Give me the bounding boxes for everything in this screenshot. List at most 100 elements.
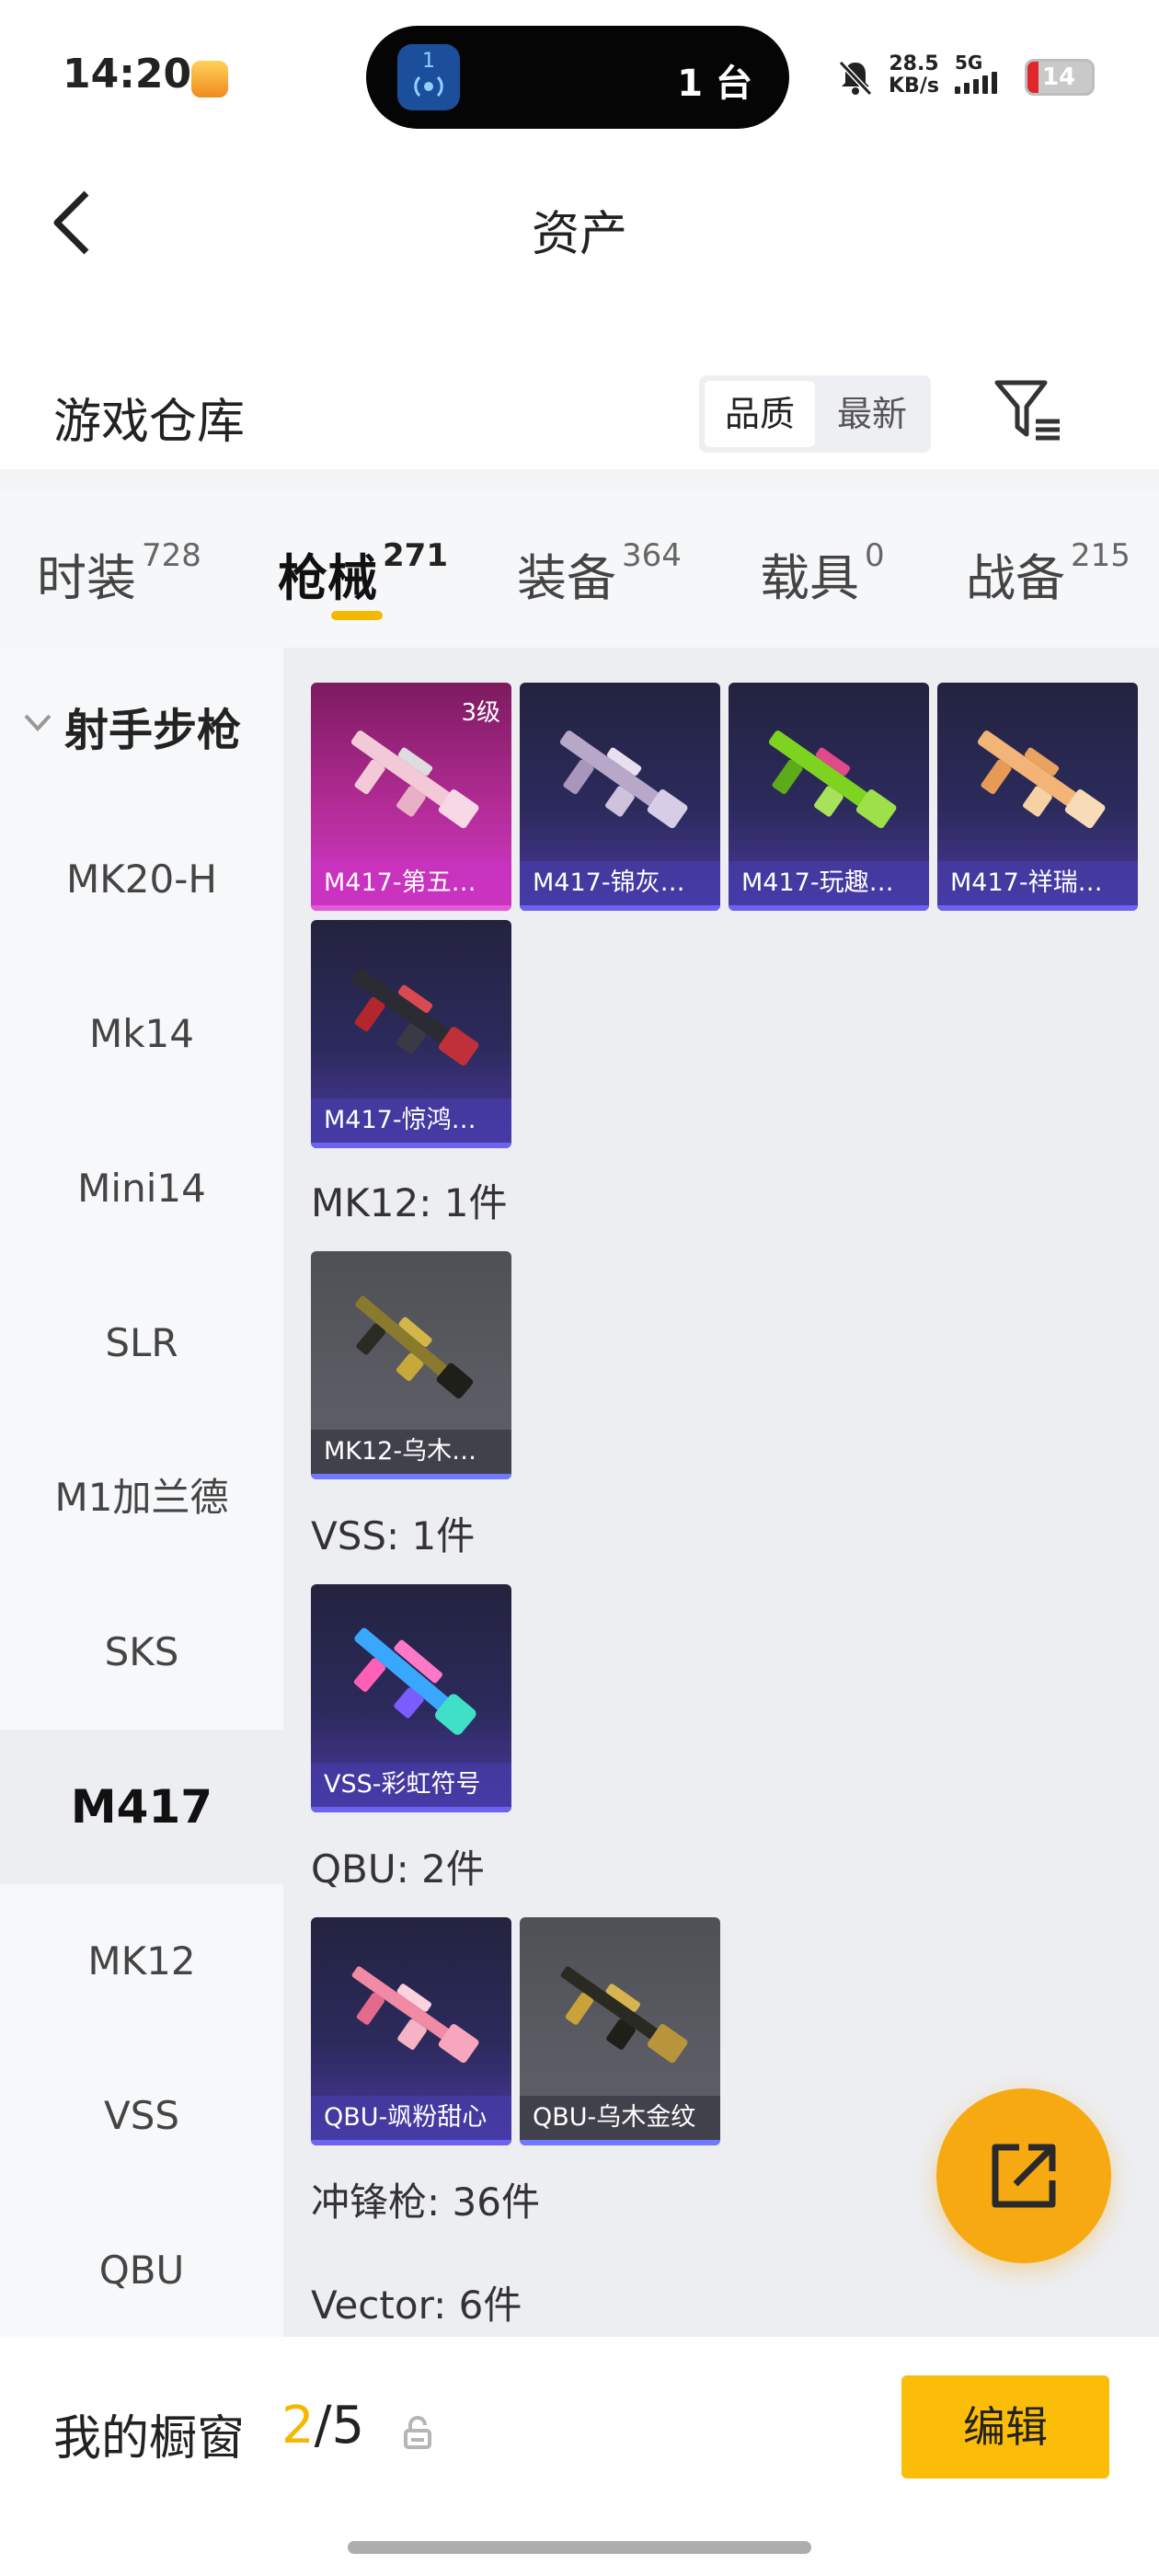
- tab-label: 载具: [760, 549, 859, 607]
- sidebar-item-mini14[interactable]: Mini14: [0, 1111, 283, 1266]
- sort-toggle: 品质 最新: [699, 375, 931, 453]
- skin-card[interactable]: M417-惊鸿…: [311, 920, 511, 1148]
- active-tab-indicator: [331, 611, 383, 620]
- skin-name: M417-祥瑞…: [937, 861, 1138, 905]
- sort-by-latest-button[interactable]: 最新: [817, 381, 927, 447]
- sidebar-item-sks[interactable]: SKS: [0, 1575, 283, 1730]
- weapon-sidebar: 射手步枪 MK20-H Mk14 Mini14 SLR M1加兰德 SKS M4…: [0, 648, 283, 2337]
- sidebar-item-m417[interactable]: M417: [0, 1730, 283, 1884]
- category-tabs: 时装 728 枪械 271 装备 364 载具 0 战备 215: [0, 491, 1159, 648]
- network-speed: 28.5 KB/s: [889, 53, 939, 98]
- section-title: 游戏仓库: [53, 395, 246, 450]
- share-icon: [992, 2144, 1056, 2208]
- dynamic-island[interactable]: 1 1 台: [366, 26, 789, 129]
- rarity-strip: [729, 905, 929, 911]
- group-title-mk12: MK12: 1件: [311, 1180, 508, 1225]
- rifle-skin-image: [351, 1966, 479, 2064]
- sidebar-item-qbu[interactable]: QBU: [0, 2193, 283, 2348]
- sidebar-category-dmr[interactable]: 射手步枪: [0, 648, 283, 802]
- tab-fashion[interactable]: 时装 728: [37, 537, 201, 610]
- skin-name: VSS-彩虹符号: [311, 1763, 511, 1807]
- share-button[interactable]: [936, 2088, 1111, 2263]
- rifle-skin-image: [355, 1295, 474, 1399]
- rifle-skin-image: [768, 730, 897, 829]
- sort-by-quality-button[interactable]: 品质: [705, 381, 815, 447]
- sidebar-item-m1-garand[interactable]: M1加兰德: [0, 1420, 283, 1575]
- tab-count: 728: [142, 537, 201, 574]
- rifle-skin-image: [977, 730, 1106, 829]
- signal-icon: 5G: [955, 52, 1010, 98]
- rarity-strip: [311, 1143, 511, 1148]
- group-title-vss: VSS: 1件: [311, 1513, 476, 1558]
- edit-button[interactable]: 编辑: [901, 2375, 1109, 2478]
- rarity-strip: [311, 1474, 511, 1479]
- tab-label: 枪械: [278, 549, 377, 607]
- skin-card[interactable]: MK12-乌木…: [311, 1251, 511, 1479]
- skin-card[interactable]: QBU-乌木金纹: [520, 1917, 720, 2145]
- showcase-current: 2: [281, 2396, 315, 2455]
- bottom-bar: 我的橱窗 2/5 编辑: [0, 2337, 1159, 2576]
- rarity-strip: [311, 1807, 511, 1812]
- header: 资产 游戏仓库 品质 最新: [0, 156, 1159, 469]
- skin-card[interactable]: M417-玩趣…: [729, 683, 929, 911]
- skin-card[interactable]: 3级 M417-第五…: [311, 683, 511, 911]
- skin-level: 3级: [461, 699, 500, 727]
- island-text: 1 台: [677, 63, 752, 105]
- tab-label: 装备: [517, 549, 616, 607]
- rifle-skin-image: [560, 1966, 688, 2064]
- rifle-skin-image: [350, 968, 479, 1066]
- group-title-qbu: QBU: 2件: [311, 1846, 485, 1892]
- status-indicators: 28.5 KB/s 5G 14: [828, 52, 1104, 103]
- tab-count: 364: [622, 537, 682, 574]
- rarity-strip: [520, 2140, 720, 2145]
- tab-firearms[interactable]: 枪械 271: [278, 537, 448, 610]
- rifle-skin-image: [559, 730, 688, 829]
- weapon-skin-grid: 3级 M417-第五… M417-锦灰… M417-玩趣… M417-祥瑞… M…: [283, 648, 1159, 2337]
- skin-card[interactable]: QBU-飒粉甜心: [311, 1917, 511, 2145]
- group-title-vector: Vector: 6件: [311, 2283, 522, 2328]
- skin-name: M417-第五…: [311, 861, 511, 905]
- chevron-down-icon: [24, 714, 52, 731]
- tab-count: 271: [383, 537, 448, 574]
- filter-icon[interactable]: [993, 377, 1063, 442]
- showcase-count: 2/5: [281, 2396, 364, 2455]
- skin-name: M417-玩趣…: [729, 861, 929, 905]
- sidebar-item-mk14[interactable]: Mk14: [0, 957, 283, 1111]
- home-indicator[interactable]: [348, 2541, 811, 2554]
- tab-vehicles[interactable]: 载具 0: [760, 537, 885, 610]
- game-app-icon: [191, 61, 228, 98]
- rifle-skin-image: [353, 1627, 476, 1735]
- tab-supplies[interactable]: 战备 215: [966, 537, 1130, 610]
- showcase-total: /5: [314, 2396, 365, 2455]
- rarity-strip: [311, 905, 511, 911]
- rarity-strip: [937, 905, 1138, 911]
- tab-equipment[interactable]: 装备 364: [517, 537, 682, 610]
- skin-card[interactable]: M417-锦灰…: [520, 683, 720, 911]
- network-type: 5G: [955, 52, 983, 74]
- page-title: 资产: [531, 207, 627, 262]
- sidebar-category-label: 射手步枪: [64, 705, 242, 756]
- skin-name: M417-惊鸿…: [311, 1098, 511, 1143]
- island-badge: 1: [422, 50, 435, 73]
- rarity-strip: [311, 2140, 511, 2145]
- mute-bell-icon: [838, 60, 873, 97]
- broadcast-icon: 1: [397, 44, 460, 110]
- sidebar-item-mk20h[interactable]: MK20-H: [0, 802, 283, 957]
- skin-card[interactable]: M417-祥瑞…: [937, 683, 1138, 911]
- showcase-label: 我的橱窗: [53, 2411, 246, 2467]
- skin-name: M417-锦灰…: [520, 861, 720, 905]
- sidebar-item-vss[interactable]: VSS: [0, 2039, 283, 2193]
- sidebar-item-slr[interactable]: SLR: [0, 1266, 283, 1420]
- status-time: 14:20: [63, 51, 192, 98]
- sidebar-item-mk12[interactable]: MK12: [0, 1884, 283, 2039]
- group-title-smg: 冲锋枪: 36件: [311, 2179, 540, 2225]
- tab-count: 0: [865, 537, 885, 574]
- status-bar: 14:20 1 1 台 28.5 KB/s 5G 14: [0, 0, 1159, 156]
- tab-count: 215: [1071, 537, 1130, 574]
- rarity-strip: [520, 905, 720, 911]
- skin-card[interactable]: VSS-彩虹符号: [311, 1584, 511, 1812]
- battery-level: 14: [1042, 63, 1076, 91]
- skin-name: QBU-乌木金纹: [520, 2096, 720, 2140]
- lock-icon[interactable]: [403, 2416, 432, 2449]
- tab-label: 时装: [37, 549, 136, 607]
